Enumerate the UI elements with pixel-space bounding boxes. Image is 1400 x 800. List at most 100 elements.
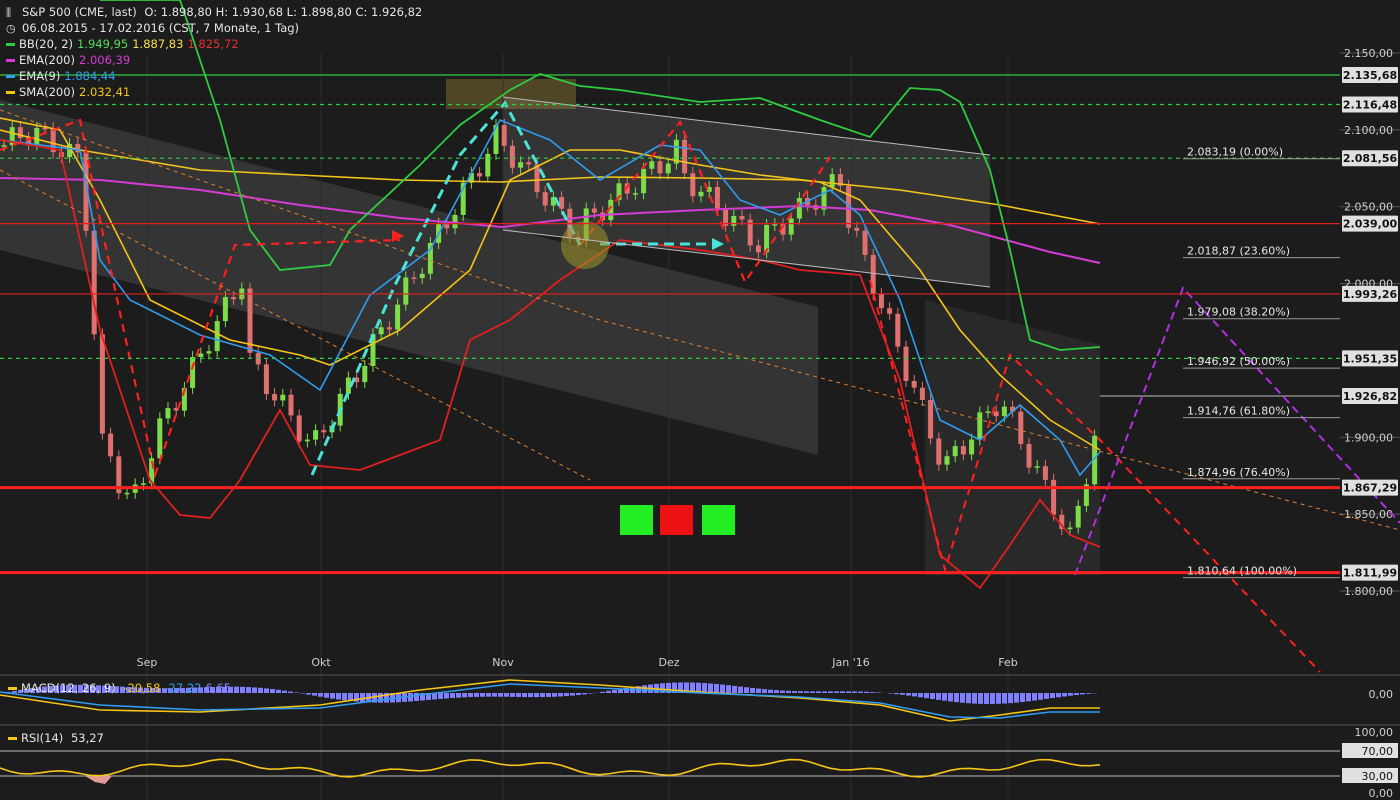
macd-histogram-bar xyxy=(1032,693,1037,701)
macd-histogram-bar xyxy=(810,691,815,693)
indicator-name: SMA(200) xyxy=(19,85,76,99)
rsi-name: RSI(14) xyxy=(21,731,64,745)
macd-histogram-bar xyxy=(732,685,737,693)
macd-histogram-bar xyxy=(966,693,971,704)
date-range: 06.08.2015 - 17.02.2016 (CST, 7 Monate, … xyxy=(22,21,300,35)
candle-body xyxy=(501,125,507,146)
y-tick-label: 1.900,00 xyxy=(1344,431,1393,444)
indicator-value: 2.032,41 xyxy=(79,85,131,99)
channel-area-feb xyxy=(925,300,1100,575)
macd-histogram-bar xyxy=(828,691,833,693)
candle-body xyxy=(518,162,524,168)
macd-histogram-bar xyxy=(522,693,527,698)
macd-histogram-bar xyxy=(324,693,329,698)
macd-histogram-bar xyxy=(600,691,605,693)
candle-body xyxy=(928,399,934,439)
chart-root: Sep Okt Nov Dez Jan '16 Feb 2.150,00 2.100,00 2.… xyxy=(0,0,1400,800)
indicator-row: EMA(200) 2.006,39 xyxy=(6,52,426,68)
candle-body xyxy=(739,215,745,220)
candle-body xyxy=(34,127,40,145)
macd-name: MACD(12, 26, 9) xyxy=(21,681,116,695)
candle-body xyxy=(288,394,294,416)
candle-body xyxy=(862,230,868,255)
y-tick-label: 2.150,00 xyxy=(1344,47,1393,60)
red-square xyxy=(660,505,693,535)
macd-histogram-bar xyxy=(906,693,911,696)
candle-body xyxy=(1051,479,1057,515)
macd-histogram-bar xyxy=(726,685,731,693)
fib-label: 1.946,92 (50.00%) xyxy=(1187,355,1290,368)
y-tick-label: 2.050,00 xyxy=(1344,201,1393,214)
candle-body xyxy=(887,308,893,314)
candle-body xyxy=(878,294,884,309)
candle-body xyxy=(985,411,991,413)
macd-histogram-bar xyxy=(834,691,839,693)
candle-body xyxy=(165,408,171,419)
green-square xyxy=(702,505,735,535)
macd-histogram-bar xyxy=(1002,693,1007,704)
candle-body xyxy=(714,186,720,210)
indicator-name: EMA(200) xyxy=(19,53,75,67)
candle-body xyxy=(969,439,975,455)
y-tick-label: 2.100,00 xyxy=(1344,124,1393,137)
macd-histogram-bar xyxy=(708,683,713,693)
macd-histogram-bar xyxy=(990,693,995,704)
macd-histogram-bar xyxy=(606,690,611,693)
macd-histogram-bar xyxy=(300,693,305,694)
macd-histogram-bar xyxy=(336,693,341,700)
legend-swatch xyxy=(6,75,15,78)
legend-swatch xyxy=(6,43,15,46)
indicator-value: 2.006,39 xyxy=(78,53,131,67)
instrument-label: S&P 500 (CME, last) xyxy=(22,5,137,19)
macd-histogram-bar xyxy=(936,693,941,700)
candle-body xyxy=(919,387,925,400)
macd-histogram-bar xyxy=(246,687,251,693)
bar-chart-icon: ⫼ xyxy=(6,6,12,19)
macd-axis-label: 0,00 xyxy=(1369,688,1394,701)
macd-histogram-bar xyxy=(816,691,821,693)
candle-body xyxy=(559,197,565,209)
macd-histogram-bar xyxy=(852,691,857,693)
candle-body xyxy=(477,173,483,177)
candle-body xyxy=(313,430,319,440)
candle-body xyxy=(321,430,327,433)
fib-label: 2.083,19 (0.00%) xyxy=(1187,146,1283,159)
price-level-label: 1.811,99 xyxy=(1343,567,1397,580)
macd-histogram-bar xyxy=(312,693,317,696)
rsi-line xyxy=(0,758,1101,778)
macd-histogram-bar xyxy=(282,690,287,693)
macd-histogram-bar xyxy=(252,687,257,693)
macd-histogram-bar xyxy=(546,693,551,697)
macd-histogram-bar xyxy=(240,686,245,693)
macd-histogram-bar xyxy=(288,691,293,693)
price-level-label: 2.081,56 xyxy=(1343,152,1398,165)
candle-body xyxy=(157,418,163,459)
macd-histogram-bar xyxy=(1008,693,1013,704)
macd-histogram-bar xyxy=(774,690,779,693)
candle-body xyxy=(296,415,302,442)
macd-histogram-bar xyxy=(474,693,479,697)
macd-histogram-bar xyxy=(264,688,269,693)
candle-body xyxy=(796,197,802,219)
candle-body xyxy=(263,364,269,395)
macd-histogram-bar xyxy=(1062,693,1067,697)
macd-histogram-bar xyxy=(864,691,869,693)
macd-histogram-bar xyxy=(972,693,977,704)
candle-body xyxy=(649,161,655,169)
candle-body xyxy=(272,394,278,401)
macd-histogram-bar xyxy=(444,693,449,699)
macd-histogram-bar xyxy=(894,693,899,695)
candle-body xyxy=(362,366,368,383)
candle-body xyxy=(1026,443,1032,468)
macd-histogram-bar xyxy=(948,693,953,702)
rsi-legend: RSI(14) 53,27 xyxy=(8,731,108,745)
candle-body xyxy=(231,297,237,300)
macd-histogram-bar xyxy=(930,693,935,700)
macd-histogram-bar xyxy=(768,689,773,693)
indicator-row: BB(20, 2) 1.949,95 1.887,83 1.825,72 xyxy=(6,36,426,52)
macd-histogram-bar xyxy=(1014,693,1019,703)
macd-histogram-bar xyxy=(414,693,419,702)
macd-histogram-bar xyxy=(822,691,827,693)
macd-histogram-bar xyxy=(792,691,797,693)
fib-label: 2.018,87 (23.60%) xyxy=(1187,245,1290,258)
